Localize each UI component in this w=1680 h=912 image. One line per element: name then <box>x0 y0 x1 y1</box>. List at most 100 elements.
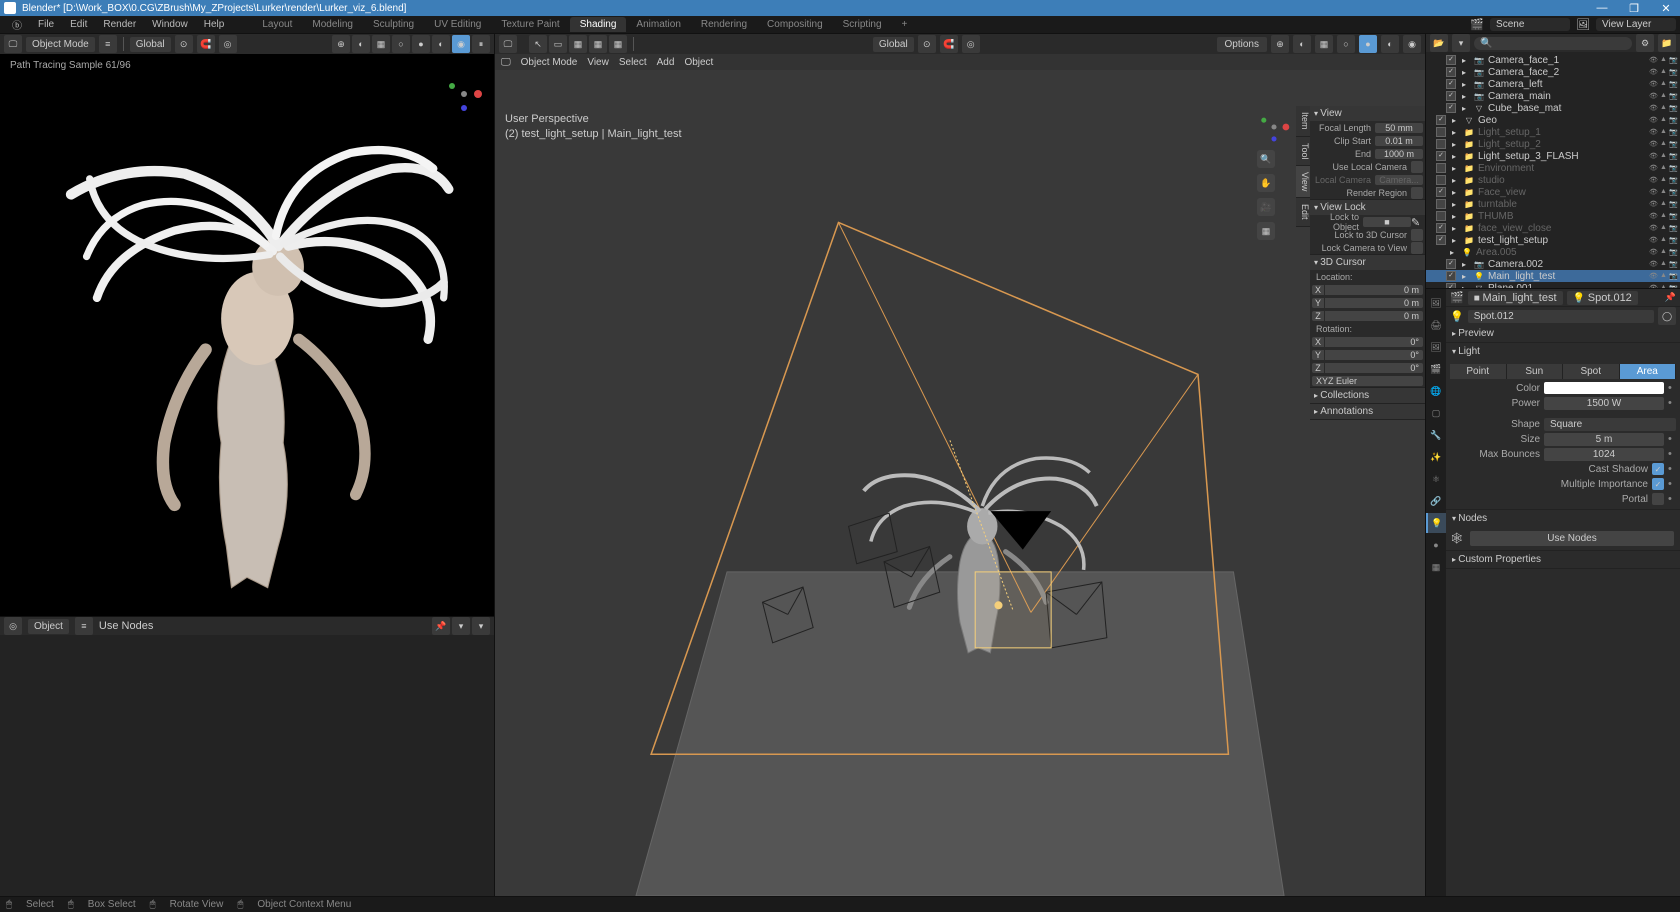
overlay-icon[interactable]: ◐ <box>352 35 370 53</box>
outliner-restrict-icon[interactable]: 👁 <box>1649 92 1658 101</box>
outliner-enable-checkbox[interactable] <box>1446 55 1456 65</box>
disclosure-icon[interactable]: ▸ <box>1448 199 1460 209</box>
light-type-sun[interactable]: Sun <box>1507 364 1564 379</box>
outliner-restrict-icon[interactable]: 📷 <box>1669 224 1678 233</box>
tool-icon[interactable]: ▦ <box>569 35 587 53</box>
shade-material-icon[interactable]: ◐ <box>432 35 450 53</box>
outliner-row[interactable]: ▸📁Light_setup_2👁▲📷 <box>1426 138 1680 150</box>
nav-gizmo[interactable] <box>1257 110 1291 144</box>
shader-type-dropdown[interactable]: Object <box>28 619 69 634</box>
npanel-collections-header[interactable]: Collections <box>1310 388 1425 403</box>
outliner-restrict-icon[interactable]: 👁 <box>1649 212 1658 221</box>
outliner-enable-checkbox[interactable] <box>1436 139 1446 149</box>
outliner-restrict-icon[interactable]: ▲ <box>1659 104 1668 113</box>
workspace-tab-scripting[interactable]: Scripting <box>833 17 892 32</box>
pivot-icon[interactable]: ⊙ <box>918 35 936 53</box>
material-dropdown[interactable]: ▾ <box>472 617 490 635</box>
prop-tab-object[interactable]: ▢ <box>1426 403 1446 423</box>
prop-tab-output[interactable]: 🖨 <box>1426 315 1446 335</box>
outliner-restrict-icon[interactable]: 📷 <box>1669 56 1678 65</box>
workspace-tab-animation[interactable]: Animation <box>626 17 690 32</box>
workspace-tab-uv-editing[interactable]: UV Editing <box>424 17 491 32</box>
outliner-restrict-icon[interactable]: 📷 <box>1669 116 1678 125</box>
shade-wire-icon[interactable]: ○ <box>1337 35 1355 53</box>
outliner-restrict-icon[interactable]: 👁 <box>1649 152 1658 161</box>
menu-toggle-icon[interactable]: ≡ <box>75 617 93 635</box>
cursor-x-input[interactable]: 0 m <box>1325 285 1423 295</box>
outliner-restrict-icon[interactable]: 👁 <box>1649 128 1658 137</box>
object-mode-dropdown[interactable]: Object Mode <box>26 37 95 52</box>
proportional-icon[interactable]: ◎ <box>219 35 237 53</box>
workspace-add-button[interactable]: + <box>892 17 918 32</box>
light-shape-dropdown[interactable]: Square <box>1544 418 1676 431</box>
pan-icon[interactable]: ✋ <box>1257 174 1275 192</box>
outliner-restrict-icon[interactable]: ▲ <box>1659 236 1668 245</box>
editor-type-icon[interactable]: 🖵 <box>499 35 517 53</box>
shade-solid-icon[interactable]: ● <box>412 35 430 53</box>
overlay-icon[interactable]: ◐ <box>1293 35 1311 53</box>
workspace-tab-shading[interactable]: Shading <box>570 17 627 32</box>
disclosure-icon[interactable]: ▸ <box>1458 103 1470 113</box>
outliner-restrict-icon[interactable]: 👁 <box>1649 80 1658 89</box>
orientation-dropdown[interactable]: Global <box>873 37 914 52</box>
outliner-enable-checkbox[interactable] <box>1436 175 1446 185</box>
lock-camera-checkbox[interactable] <box>1411 242 1423 254</box>
orientation-dropdown[interactable]: Global <box>130 37 171 52</box>
npanel-tab-edit[interactable]: Edit <box>1296 198 1310 227</box>
display-mode-icon[interactable]: ▾ <box>1452 34 1470 52</box>
disclosure-icon[interactable]: ▸ <box>1448 223 1460 233</box>
cursor-ry-input[interactable]: 0° <box>1325 350 1423 360</box>
cursor-y-input[interactable]: 0 m <box>1325 298 1423 308</box>
datablock-users-icon[interactable]: ◯ <box>1658 307 1676 325</box>
prop-tab-viewlayer[interactable]: 🖼 <box>1426 337 1446 357</box>
outliner-row[interactable]: ▸📁studio👁▲📷 <box>1426 174 1680 186</box>
gizmo-icon[interactable]: ⊕ <box>332 35 350 53</box>
clip-end-input[interactable]: 1000 m <box>1375 149 1423 159</box>
disclosure-icon[interactable]: ▸ <box>1458 259 1470 269</box>
prop-tab-scene[interactable]: 🎬 <box>1426 359 1446 379</box>
outliner-restrict-icon[interactable]: ▲ <box>1659 140 1668 149</box>
outliner-restrict-icon[interactable]: ▲ <box>1659 272 1668 281</box>
proportional-icon[interactable]: ◎ <box>962 35 980 53</box>
prop-tab-modifiers[interactable]: 🔧 <box>1426 425 1446 445</box>
disclosure-icon[interactable]: ▸ <box>1448 235 1460 245</box>
outliner-restrict-icon[interactable]: 📷 <box>1669 164 1678 173</box>
disclosure-icon[interactable]: ▸ <box>1448 127 1460 137</box>
outliner-enable-checkbox[interactable] <box>1446 79 1456 89</box>
close-button[interactable]: ✕ <box>1656 2 1676 15</box>
eyedropper-icon[interactable]: ✎ <box>1411 216 1423 228</box>
outliner-restrict-icon[interactable]: 📷 <box>1669 104 1678 113</box>
use-nodes-button[interactable]: Use Nodes <box>1470 531 1674 546</box>
panel-light-header[interactable]: Light <box>1446 343 1680 360</box>
new-collection-icon[interactable]: 📁 <box>1658 34 1676 52</box>
light-color-swatch[interactable] <box>1544 382 1664 394</box>
light-power-input[interactable]: 1500 W <box>1544 397 1664 410</box>
outliner-restrict-icon[interactable]: 👁 <box>1649 248 1658 257</box>
camera-view-icon[interactable]: 🎥 <box>1257 198 1275 216</box>
cursor-tool-icon[interactable]: ↖ <box>529 35 547 53</box>
outliner-enable-checkbox[interactable] <box>1436 127 1446 137</box>
menu-view[interactable]: View <box>587 57 609 68</box>
prop-tab-data[interactable]: 💡 <box>1426 513 1446 533</box>
outliner-row[interactable]: ▸📷Camera.002👁▲📷 <box>1426 258 1680 270</box>
outliner-enable-checkbox[interactable] <box>1446 67 1456 77</box>
menu-render[interactable]: Render <box>95 17 144 32</box>
outliner-restrict-icon[interactable]: 📷 <box>1669 212 1678 221</box>
outliner-restrict-icon[interactable]: ▲ <box>1659 224 1668 233</box>
nav-gizmo[interactable] <box>444 74 484 114</box>
panel-custom-header[interactable]: Custom Properties <box>1446 551 1680 568</box>
perspective-toggle-icon[interactable]: ▦ <box>1257 222 1275 240</box>
menu-file[interactable]: File <box>30 17 62 32</box>
light-type-spot[interactable]: Spot <box>1563 364 1620 379</box>
cast-shadow-checkbox[interactable]: ✓ <box>1652 463 1664 475</box>
outliner-restrict-icon[interactable]: 📷 <box>1669 200 1678 209</box>
scene-selector[interactable]: Scene <box>1490 18 1570 31</box>
render-region-checkbox[interactable] <box>1411 187 1423 199</box>
outliner-restrict-icon[interactable]: 📷 <box>1669 260 1678 269</box>
outliner-row[interactable]: ▸💡Area.005👁▲📷 <box>1426 246 1680 258</box>
light-size-input[interactable]: 5 m <box>1544 433 1664 446</box>
breadcrumb-data[interactable]: 💡 Spot.012 <box>1567 291 1638 305</box>
minimize-button[interactable]: — <box>1592 2 1612 15</box>
outliner-row[interactable]: ▸📷Camera_main👁▲📷 <box>1426 90 1680 102</box>
node-tree-icon[interactable]: 🕸 <box>1450 532 1464 545</box>
